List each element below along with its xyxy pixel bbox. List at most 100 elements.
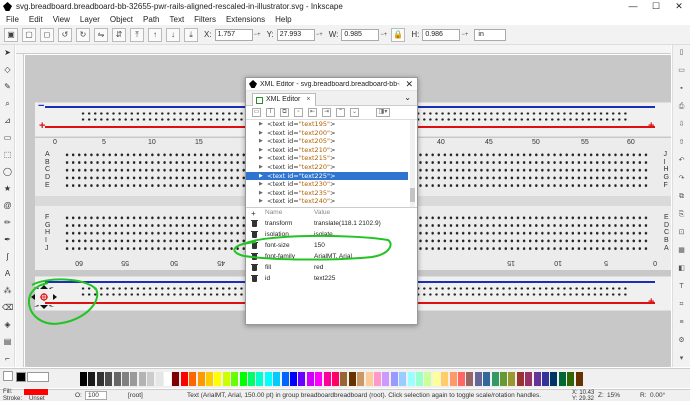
trash-icon[interactable] <box>251 220 258 227</box>
attribute-name[interactable]: isolation <box>265 229 289 240</box>
no-paint-swatch[interactable] <box>3 371 13 381</box>
rotate-cw-icon[interactable]: ↻ <box>76 27 90 42</box>
palette-swatch[interactable] <box>332 372 339 386</box>
palette-swatch[interactable] <box>500 372 507 386</box>
lock-ratio-icon[interactable]: 🔒 <box>391 27 406 42</box>
lower-icon[interactable]: ↓ <box>166 27 180 42</box>
palette-swatch[interactable] <box>424 372 432 386</box>
palette-swatch[interactable] <box>466 372 474 386</box>
tab-close-icon[interactable]: × <box>306 94 310 106</box>
palette-swatch[interactable] <box>290 372 297 386</box>
node-tool-icon[interactable]: ◇ <box>2 64 13 75</box>
opacity-input[interactable]: 100 <box>85 391 107 400</box>
color-palette[interactable] <box>0 368 690 388</box>
palette-swatch[interactable] <box>281 372 289 386</box>
palette-swatch[interactable] <box>189 372 197 386</box>
attribute-row[interactable]: font-size 150 <box>246 240 417 251</box>
text-tool-icon[interactable]: A <box>2 268 13 279</box>
close-button[interactable]: ✕ <box>668 0 690 13</box>
tab-xml-editor[interactable]: XML Editor × <box>252 93 317 106</box>
y-input[interactable]: 27.993 <box>276 28 315 41</box>
box3d-tool-icon[interactable]: ⬚ <box>2 149 13 160</box>
palette-swatch[interactable] <box>432 372 440 386</box>
w-input[interactable]: 0.985 <box>341 28 380 41</box>
layer-select[interactable]: [root] <box>128 390 143 401</box>
tree-node[interactable]: ▶ <text id="text215"> <box>246 154 408 163</box>
undo-icon[interactable]: ↶ <box>676 155 687 166</box>
palette-swatch[interactable] <box>214 372 222 386</box>
tree-node[interactable]: ▶ <text id="text220"> <box>246 163 408 172</box>
palette-swatch[interactable] <box>441 372 449 386</box>
raise-to-top-icon[interactable]: ⤒ <box>130 27 144 42</box>
gradient-tool-icon[interactable]: ▤ <box>2 336 13 347</box>
attribute-row[interactable]: transform translate(118.1 2102.9) <box>246 218 417 229</box>
palette-swatch[interactable] <box>323 372 331 386</box>
palette-swatch[interactable] <box>449 372 457 386</box>
attribute-row[interactable]: id text225 <box>246 273 417 284</box>
layout-menu-icon[interactable]: ◨▾ <box>376 108 390 117</box>
chevron-down-icon[interactable]: ⌄ <box>404 93 411 102</box>
expand-triangle-icon[interactable]: ▶ <box>259 189 263 198</box>
unit-select[interactable]: in <box>474 28 507 41</box>
rotation-value[interactable]: 0.00° <box>650 390 665 401</box>
scroll-down-icon[interactable]: ▾ <box>676 353 687 364</box>
attribute-value[interactable]: text225 <box>314 273 335 284</box>
indent-node-icon[interactable]: ⇥ <box>322 108 331 117</box>
palette-swatch[interactable] <box>273 372 281 386</box>
minimize-button[interactable]: — <box>622 0 644 13</box>
palette-swatch[interactable] <box>516 372 524 386</box>
palette-swatch[interactable] <box>558 372 566 386</box>
star-tool-icon[interactable]: ★ <box>2 183 13 194</box>
save-icon[interactable]: ▪ <box>676 83 687 94</box>
tree-node[interactable]: ▶ <text id="text200"> <box>246 129 408 138</box>
palette-swatch[interactable] <box>105 372 113 386</box>
palette-swatch[interactable] <box>298 372 306 386</box>
palette-swatch[interactable] <box>222 372 230 386</box>
import-icon[interactable]: ⇩ <box>676 119 687 130</box>
expand-triangle-icon[interactable]: ▶ <box>259 146 263 155</box>
expand-triangle-icon[interactable]: ▶ <box>259 163 263 172</box>
white-swatch[interactable] <box>27 372 49 382</box>
new-document-icon[interactable]: ▯ <box>676 47 687 58</box>
menu-text[interactable]: Text <box>170 15 185 24</box>
open-icon[interactable]: ▭ <box>676 65 687 76</box>
trash-icon[interactable] <box>251 275 258 282</box>
lower-node-icon[interactable]: ⌄ <box>350 108 359 117</box>
palette-swatch[interactable] <box>113 372 121 386</box>
attribute-name[interactable]: font-size <box>265 240 290 251</box>
tree-node[interactable]: ▶ <text id="text230"> <box>246 180 408 189</box>
y-spinner-icon[interactable]: −+ <box>316 32 323 38</box>
vertical-ruler[interactable] <box>16 54 24 367</box>
attribute-value[interactable]: 150 <box>314 240 325 251</box>
tweak-tool-icon[interactable]: ✎ <box>2 81 13 92</box>
add-attribute-icon[interactable]: + <box>251 209 256 218</box>
trash-icon[interactable] <box>251 231 258 238</box>
expand-triangle-icon[interactable]: ▶ <box>259 129 263 138</box>
palette-swatch[interactable] <box>239 372 247 386</box>
palette-swatch[interactable] <box>315 372 323 386</box>
dialog-title-bar[interactable]: XML Editor - svg.breadboard.breadboard-b… <box>246 78 417 91</box>
redo-icon[interactable]: ↷ <box>676 173 687 184</box>
eraser-tool-icon[interactable]: ⌫ <box>2 302 13 313</box>
bucket-tool-icon[interactable]: ◈ <box>2 319 13 330</box>
new-element-node-icon[interactable]: ▭ <box>252 108 261 117</box>
palette-swatch[interactable] <box>264 372 272 386</box>
ellipse-tool-icon[interactable]: ◯ <box>2 166 13 177</box>
menu-extensions[interactable]: Extensions <box>226 15 265 24</box>
menu-layer[interactable]: Layer <box>80 15 100 24</box>
zoom-fit-icon[interactable]: ⊡ <box>676 227 687 238</box>
lower-to-bottom-icon[interactable]: ⤓ <box>184 27 198 42</box>
scrollbar-thumb[interactable] <box>410 188 415 202</box>
menu-object[interactable]: Object <box>110 15 133 24</box>
palette-swatch[interactable] <box>164 372 171 386</box>
zoom-tool-icon[interactable]: ⌕ <box>2 98 13 109</box>
palette-swatch[interactable] <box>88 372 96 386</box>
h-spinner-icon[interactable]: −+ <box>461 32 468 38</box>
attribute-row[interactable]: font-family ArialMT, Arial <box>246 251 417 262</box>
duplicate-node-icon[interactable]: ⧉ <box>280 108 289 117</box>
xml-editor-icon[interactable]: ⌗ <box>676 299 687 310</box>
expand-triangle-icon[interactable]: ▶ <box>259 172 263 181</box>
tree-node[interactable]: ▶ <text id="text210"> <box>246 146 408 155</box>
flip-horizontal-icon[interactable]: ⇋ <box>94 27 108 42</box>
attribute-value[interactable]: translate(118.1 2102.9) <box>314 218 381 229</box>
